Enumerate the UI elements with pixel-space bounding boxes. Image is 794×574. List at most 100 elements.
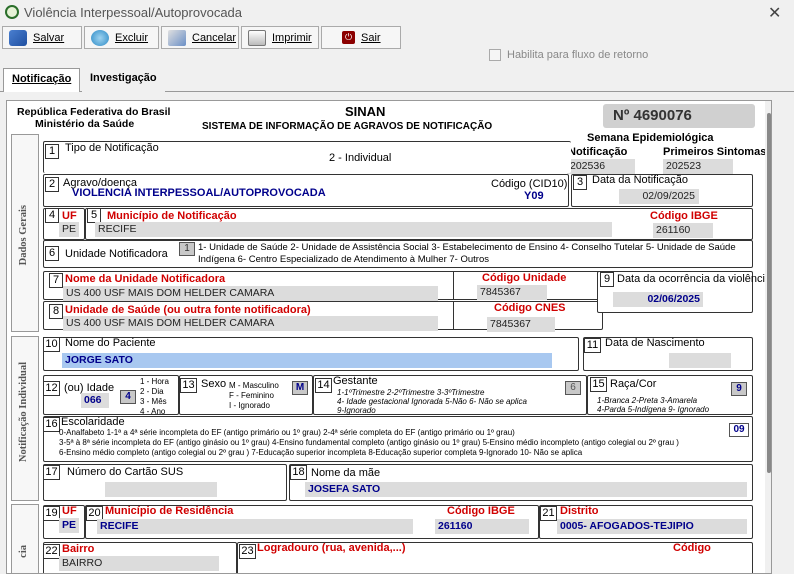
- print-button[interactable]: Imprimir: [241, 26, 319, 49]
- field-15-opts-2: 4-Parda 5-Indígena 9- Ignorado: [597, 405, 710, 414]
- field-23-number: 23: [239, 544, 256, 559]
- field-9-value[interactable]: 02/06/2025: [613, 292, 703, 307]
- semana-sint-value: 202523: [663, 159, 733, 174]
- field-6-number: 6: [45, 246, 59, 261]
- field-18-value[interactable]: JOSEFA SATO: [305, 482, 747, 497]
- field-6-code[interactable]: 1: [179, 242, 195, 256]
- habilita-checkbox[interactable]: [489, 49, 501, 61]
- field-22-value[interactable]: BAIRRO: [59, 556, 219, 571]
- field-2-cid-value[interactable]: Y09: [524, 190, 544, 202]
- field-5-value[interactable]: RECIFE: [95, 222, 612, 237]
- field-19-value[interactable]: PE: [59, 518, 79, 533]
- field-4-label: UF: [62, 210, 77, 222]
- semana-title: Semana Epidemiológica: [587, 132, 714, 144]
- republica-label: República Federativa do Brasil: [17, 106, 171, 118]
- field-10-number: 10: [43, 337, 60, 352]
- field-14-label: Gestante: [333, 375, 378, 387]
- form-scrollbar-thumb[interactable]: [767, 113, 771, 473]
- field-7-label: Nome da Unidade Notificadora: [65, 273, 226, 285]
- field-5-ibge-label: Código IBGE: [650, 210, 718, 222]
- field-22-label: Bairro: [62, 543, 95, 555]
- field-5-ibge-value[interactable]: 261160: [653, 223, 713, 238]
- field-8-cnes-value[interactable]: 7845367: [487, 317, 555, 332]
- window-title: Violência Interpessoal/Autoprovocada: [24, 5, 243, 20]
- field-5-label: Município de Notificação: [107, 210, 237, 222]
- sistema-title: SISTEMA DE INFORMAÇÃO DE AGRAVOS DE NOTI…: [202, 121, 493, 132]
- field-14-value[interactable]: 6: [565, 381, 581, 395]
- printer-icon: [248, 29, 266, 46]
- field-6-options: 1- Unidade de Saúde 2- Unidade de Assist…: [198, 242, 736, 265]
- field-1-value[interactable]: 2 - Individual: [329, 152, 391, 164]
- field-20-ibge-value[interactable]: 261160: [435, 519, 529, 534]
- section-dados-gerais: Dados Gerais: [11, 134, 39, 332]
- field-8-value[interactable]: US 400 USF MAIS DOM HELDER CAMARA: [63, 316, 438, 331]
- field-12-opt-3: 3 - Mês: [140, 397, 167, 406]
- field-7-code-label: Código Unidade: [482, 272, 567, 284]
- field-17-value[interactable]: [105, 482, 217, 497]
- tab-notificacao[interactable]: Notificação: [3, 68, 81, 92]
- field-2-value[interactable]: VIOLENCIA INTERPESSOAL/AUTOPROVOCADA: [72, 187, 326, 199]
- notification-form: República Federativa do Brasil Ministéri…: [6, 100, 772, 574]
- field-7-code-value[interactable]: 7845367: [477, 285, 547, 300]
- field-17-number: 17: [43, 465, 60, 480]
- field-1-number: 1: [45, 144, 59, 159]
- field-7-divider: [453, 271, 454, 300]
- semana-notif-value: 202536: [567, 159, 635, 174]
- field-14-number: 14: [315, 378, 332, 393]
- semana-sint-label: Primeiros Sintomas: [663, 146, 767, 158]
- field-7-number: 7: [49, 273, 63, 288]
- cancel-button[interactable]: Cancelar: [161, 26, 239, 49]
- exit-button[interactable]: ⏻ Sair: [321, 26, 401, 49]
- field-9-label: Data da ocorrência da violência: [617, 273, 772, 285]
- sinan-title: SINAN: [345, 104, 386, 119]
- field-2-number: 2: [45, 177, 59, 192]
- field-7-value[interactable]: US 400 USF MAIS DOM HELDER CAMARA: [63, 286, 438, 301]
- field-13-label: Sexo: [201, 378, 227, 390]
- save-button[interactable]: Salvar: [2, 26, 82, 49]
- field-12-number: 12: [43, 381, 60, 396]
- tab-investigacao[interactable]: Investigação: [82, 68, 165, 92]
- field-8-label: Unidade de Saúde (ou outra fonte notific…: [65, 304, 311, 316]
- field-4-number: 4: [45, 208, 59, 223]
- exit-icon: ⏻: [342, 31, 355, 44]
- field-16-number: 16: [43, 417, 60, 432]
- field-16-value[interactable]: 09: [729, 423, 749, 437]
- field-9-number: 9: [600, 272, 614, 287]
- field-8-divider: [453, 301, 454, 330]
- semana-notif-label: Notificação: [568, 146, 628, 158]
- habilita-checkbox-row[interactable]: Habilita para fluxo de retorno: [489, 49, 648, 61]
- field-3-value[interactable]: 02/09/2025: [619, 189, 699, 204]
- field-12-value[interactable]: 066: [81, 393, 109, 408]
- field-20-value[interactable]: RECIFE: [97, 519, 413, 534]
- field-13-opt-2: F - Feminino: [229, 391, 274, 400]
- field-11-label: Data de Nascimento: [605, 337, 705, 349]
- section-notificacao-individual: Notificação Individual: [11, 336, 39, 501]
- field-16-line-2: 3-5ª à 8ª série incompleta do EF (antigo…: [59, 438, 679, 447]
- field-21-value[interactable]: 0005- AFOGADOS-TEJIPIO: [557, 519, 747, 534]
- field-17-label: Número do Cartão SUS: [67, 466, 184, 478]
- field-20-ibge-label: Código IBGE: [447, 505, 515, 517]
- field-19-number: 19: [43, 506, 60, 521]
- field-12-opt-1: 1 - Hora: [140, 377, 169, 386]
- ministerio-label: Ministério da Saúde: [35, 118, 135, 130]
- field-14-opts-2: 4- Idade gestacional Ignorada 5-Não 6- N…: [337, 397, 527, 406]
- field-13-value[interactable]: M: [292, 381, 308, 395]
- save-icon: [9, 29, 27, 46]
- field-15-opts-1: 1-Branca 2-Preta 3-Amarela: [597, 396, 698, 405]
- field-11-value[interactable]: [669, 353, 731, 368]
- field-8-number: 8: [49, 304, 63, 319]
- title-bar: Violência Interpessoal/Autoprovocada ✕: [0, 0, 794, 25]
- field-19-label: UF: [62, 505, 77, 517]
- field-10-label: Nome do Paciente: [65, 337, 156, 349]
- field-13-opt-1: M - Masculino: [229, 381, 279, 390]
- close-icon[interactable]: ✕: [768, 3, 781, 23]
- field-15-value[interactable]: 9: [731, 382, 747, 396]
- field-3-label: Data da Notificação: [592, 174, 688, 186]
- field-14-opts-3: 9-Ignorado: [337, 406, 376, 415]
- field-12-unit[interactable]: 4: [120, 390, 136, 404]
- delete-button[interactable]: Excluir: [84, 26, 159, 49]
- field-3-number: 3: [573, 175, 587, 190]
- field-12-opt-2: 2 - Dia: [140, 387, 164, 396]
- field-4-value[interactable]: PE: [59, 222, 79, 237]
- field-10-value[interactable]: JORGE SATO: [62, 353, 552, 368]
